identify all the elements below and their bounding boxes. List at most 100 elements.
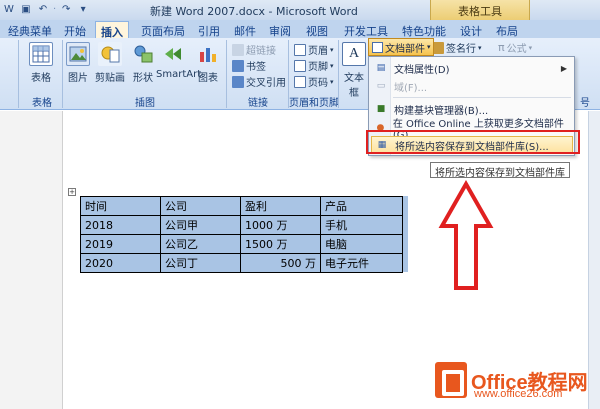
picture-button[interactable]: 图片: [66, 42, 90, 84]
table-cell[interactable]: 电子元件: [320, 253, 403, 273]
table-header-cell[interactable]: 公司: [160, 196, 241, 216]
table-cell[interactable]: 2018: [80, 215, 161, 235]
table-cell[interactable]: 1500 万: [240, 234, 321, 254]
page-edge: [62, 111, 63, 409]
tab-layout[interactable]: 布局: [490, 21, 524, 38]
menu-item-field[interactable]: ▭ 域(F)...: [371, 77, 573, 95]
clipart-icon: [98, 42, 122, 66]
shapes-icon: [131, 42, 155, 66]
chart-icon: [196, 42, 220, 66]
chart-button[interactable]: 图表: [196, 42, 220, 84]
word-logo-icon[interactable]: W: [2, 2, 16, 16]
smartart-label: SmartArt: [156, 69, 202, 80]
table-cell[interactable]: 1000 万: [240, 215, 321, 235]
textbox-button[interactable]: A 文本框: [340, 42, 368, 99]
table-cell[interactable]: 公司乙: [160, 234, 241, 254]
bookmark-button[interactable]: 书签: [232, 58, 266, 73]
tab-features[interactable]: 特色功能: [396, 21, 452, 38]
insert-table-button[interactable]: 表格: [26, 42, 56, 84]
quick-access-toolbar: W ▣ ↶ · ↷ ▾: [2, 2, 90, 16]
hyperlink-button[interactable]: 超链接: [232, 42, 276, 57]
table-cell[interactable]: 公司甲: [160, 215, 241, 235]
hyperlink-label: 超链接: [246, 46, 276, 57]
left-margin: [0, 111, 62, 409]
menu-item-document-property[interactable]: ▤ 文档属性(D) ▶: [371, 59, 573, 77]
header-footer-group-label: 页眉和页脚: [289, 98, 339, 109]
building-blocks-icon: ■: [376, 104, 386, 114]
quick-parts-button[interactable]: 文档部件 ▾: [368, 38, 434, 56]
hyperlink-icon: [232, 43, 244, 56]
cross-reference-label: 交叉引用: [246, 78, 286, 89]
page-number-label: 页码: [308, 78, 328, 89]
table-button-label: 表格: [31, 73, 51, 84]
equation-label: 公式: [506, 44, 527, 55]
tab-insert[interactable]: 插入: [95, 21, 129, 39]
title-bar: W ▣ ↶ · ↷ ▾ 新建 Word 2007.docx - Microsof…: [0, 0, 600, 20]
customize-qat-icon[interactable]: ▾: [76, 2, 90, 16]
tab-references[interactable]: 引用: [192, 21, 226, 38]
tab-classic-menu[interactable]: 经典菜单: [6, 21, 54, 38]
tab-view[interactable]: 视图: [300, 21, 334, 38]
tab-page-layout[interactable]: 页面布局: [135, 21, 191, 38]
table-row: 2018 公司甲 1000 万 手机: [80, 215, 403, 235]
table-icon: [29, 42, 53, 66]
document-property-icon: ▤: [376, 63, 386, 73]
table-tools-label: 表格工具: [430, 0, 530, 20]
table-group-label: 表格: [32, 98, 52, 109]
shapes-button[interactable]: 形状: [128, 42, 158, 84]
footer-label: 页脚: [308, 62, 328, 73]
equation-button[interactable]: π 公式 ▾: [498, 40, 532, 55]
illustrations-group-label: 插图: [135, 98, 155, 109]
table-header-cell[interactable]: 时间: [80, 196, 161, 216]
group-separator: [226, 40, 227, 108]
quick-parts-icon: [372, 41, 383, 53]
save-icon[interactable]: ▣: [19, 2, 33, 16]
menu-item-label: 文档属性(D): [394, 64, 450, 76]
header-button[interactable]: 页眉 ▾: [294, 42, 334, 57]
page-number-button[interactable]: 页码 ▾: [294, 74, 334, 89]
tab-mailings[interactable]: 邮件: [228, 21, 262, 38]
ribbon-tabs: 经典菜单 开始 插入 页面布局 引用 邮件 审阅 视图 开发工具 特色功能 设计…: [0, 20, 600, 39]
table-header-cell[interactable]: 盈利: [240, 196, 321, 216]
textbox-label: 文本框: [344, 73, 364, 99]
table-header-cell[interactable]: 产品: [320, 196, 403, 216]
page-number-icon: [294, 75, 306, 88]
group-separator: [62, 40, 63, 108]
undo-icon[interactable]: ↶: [36, 2, 50, 16]
redo-icon[interactable]: ↷: [59, 2, 73, 16]
table-row: 2020 公司丁 500 万 电子元件: [80, 253, 403, 273]
cross-reference-button[interactable]: 交叉引用: [232, 74, 286, 89]
table-cell[interactable]: 手机: [320, 215, 403, 235]
window-title: 新建 Word 2007.docx - Microsoft Word: [150, 5, 358, 18]
footer-button[interactable]: 页脚 ▾: [294, 58, 334, 73]
picture-label: 图片: [68, 73, 88, 84]
table-cell[interactable]: 2020: [80, 253, 161, 273]
pi-icon: π: [498, 41, 505, 54]
field-icon: ▭: [376, 81, 386, 91]
tab-design[interactable]: 设计: [454, 21, 488, 38]
table-cell[interactable]: 500 万: [240, 253, 321, 273]
highlight-box: [366, 130, 580, 154]
table-move-handle-icon[interactable]: +: [68, 188, 76, 196]
data-table[interactable]: 时间 公司 盈利 产品 2018 公司甲 1000 万 手机 2019 公司乙 …: [80, 196, 403, 273]
bookmark-label: 书签: [246, 62, 266, 73]
table-cell[interactable]: 公司丁: [160, 253, 241, 273]
office-logo-icon: [435, 362, 467, 398]
table-cell[interactable]: 2019: [80, 234, 161, 254]
table-row: 2019 公司乙 1500 万 电脑: [80, 234, 403, 254]
table-header-row: 时间 公司 盈利 产品: [80, 196, 403, 216]
smartart-button[interactable]: SmartArt: [156, 42, 201, 80]
tooltip: 将所选内容保存到文档部件库: [430, 162, 570, 179]
clipart-button[interactable]: 剪贴画: [94, 42, 126, 84]
chevron-right-icon: ▶: [560, 63, 567, 73]
vertical-scrollbar[interactable]: [588, 111, 600, 409]
table-cell[interactable]: 电脑: [320, 234, 403, 254]
smartart-icon: [162, 42, 186, 66]
signature-line-button[interactable]: 签名行 ▾: [432, 40, 482, 55]
tab-developer[interactable]: 开发工具: [338, 21, 394, 38]
tab-review[interactable]: 审阅: [263, 21, 297, 38]
header-icon: [294, 43, 306, 56]
signature-label: 签名行: [446, 44, 476, 55]
tab-home[interactable]: 开始: [58, 21, 92, 38]
up-arrow-annotation: [438, 180, 494, 290]
